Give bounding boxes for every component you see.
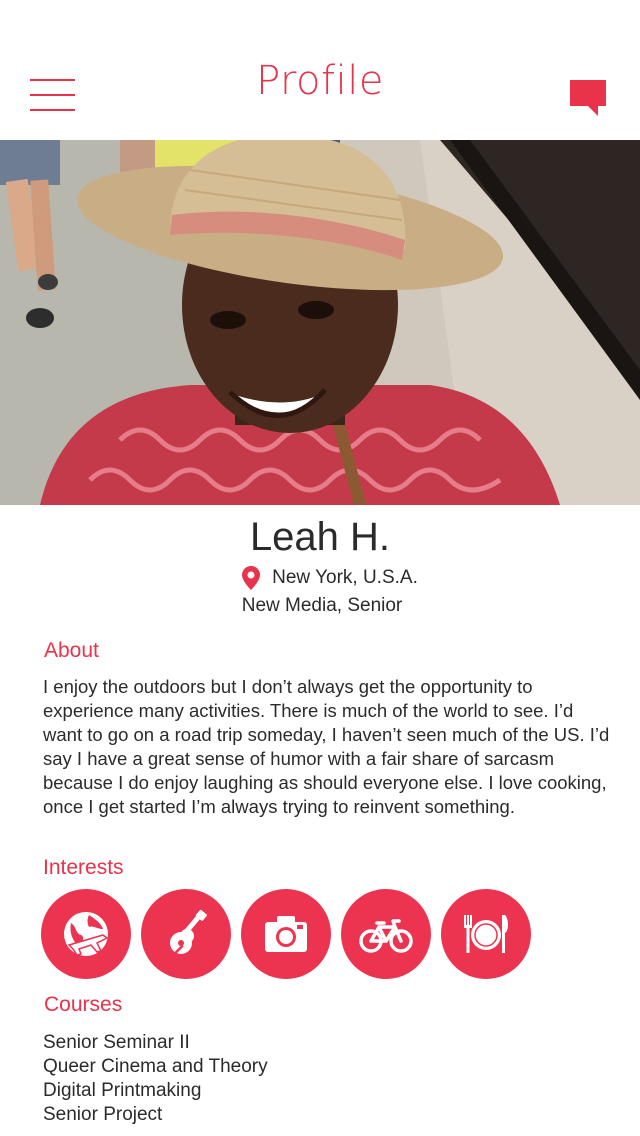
profile-photo bbox=[0, 140, 640, 505]
interest-photography[interactable] bbox=[241, 889, 331, 979]
bicycle-icon bbox=[359, 919, 413, 953]
course-item[interactable]: Senior Seminar II bbox=[43, 1031, 268, 1055]
course-item[interactable]: Senior Project bbox=[43, 1103, 268, 1127]
page-title: Profile bbox=[256, 58, 384, 104]
interest-travel[interactable] bbox=[41, 889, 131, 979]
guitar-icon bbox=[170, 909, 207, 954]
courses-heading: Courses bbox=[44, 993, 123, 1016]
about-text: I enjoy the outdoors but I don’t always … bbox=[43, 676, 610, 817]
chat-bubble-icon[interactable] bbox=[570, 80, 606, 116]
profile-name: Leah H. bbox=[249, 515, 391, 559]
camera-icon bbox=[265, 916, 307, 952]
profile-location: New York, U.S.A. bbox=[272, 567, 418, 588]
profile-major: New Media, Senior bbox=[241, 595, 403, 616]
interest-cooking[interactable] bbox=[441, 889, 531, 979]
course-item[interactable]: Digital Printmaking bbox=[43, 1079, 268, 1103]
interest-music[interactable] bbox=[141, 889, 231, 979]
course-item[interactable]: Queer Cinema and Theory bbox=[43, 1055, 268, 1079]
header-bar: Profile bbox=[0, 0, 640, 140]
interests-list bbox=[41, 889, 531, 979]
interests-heading: Interests bbox=[43, 856, 124, 879]
courses-list: Senior Seminar II Queer Cinema and Theor… bbox=[43, 1031, 268, 1127]
about-heading: About bbox=[44, 639, 99, 662]
travel-globe-icon bbox=[64, 912, 109, 956]
location-row: New York, U.S.A. bbox=[0, 566, 640, 590]
profile-screen: Profile Leah H. New York, U.S.A. New Med… bbox=[0, 0, 640, 1136]
interest-cycling[interactable] bbox=[341, 889, 431, 979]
dining-icon bbox=[464, 915, 508, 953]
map-pin-icon bbox=[242, 566, 261, 590]
